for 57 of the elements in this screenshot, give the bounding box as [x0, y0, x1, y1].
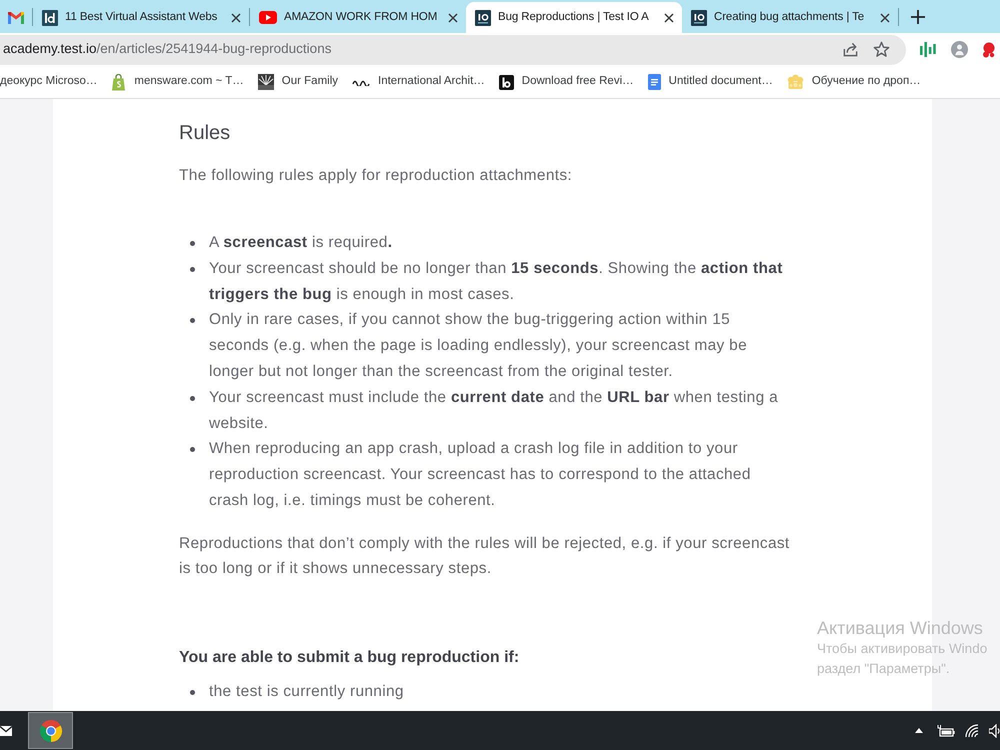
caret-up-icon[interactable]: [915, 728, 923, 733]
browser-icon: [38, 718, 62, 742]
wifi-icon[interactable]: [965, 724, 981, 738]
bookmark[interactable]: Обучение по дроп…: [786, 69, 921, 95]
address-bar[interactable]: academy.test.io/en/articles/2541944-bug-reproductions: [0, 34, 906, 64]
bullet-icon: [190, 690, 195, 695]
bookmark[interactable]: mensware.com ~ T…: [111, 69, 244, 95]
bookmark[interactable]: Our Family: [258, 69, 338, 95]
extension-icon[interactable]: [982, 42, 996, 58]
shopping-bag-icon: [111, 74, 126, 90]
list-item-text: Only in rare cases, if you cannot show the bug-triggering action within 15 seconds (e.g. when the page is loading endlessly), your screencast may be longer but not longer than the screencast from the original tester.: [209, 310, 748, 382]
bullet-icon: [190, 318, 195, 324]
list-item-text: the test is currently running: [209, 682, 405, 702]
browser-tab[interactable]: Creating bug attachments | Te: [682, 2, 898, 33]
square-logo-icon: [475, 10, 491, 26]
list-item-text: Your screencast should be no longer than 15 seconds. Showing the action that triggers the bug is enough in most cases.: [209, 258, 784, 305]
bullet-icon: [190, 447, 195, 452]
section-heading: You are able to submit a bug reproduction if:: [179, 648, 520, 668]
close-icon[interactable]: [231, 12, 241, 22]
document-icon: [648, 74, 661, 90]
avatar-icon[interactable]: [951, 41, 968, 58]
close-icon[interactable]: [880, 12, 890, 22]
activation-notice-title: Активация Windows: [817, 617, 984, 639]
list-item-text: When reproducing an app crash, upload a crash log file in addition to your reproduction screencast. Your screencast has to correspond to the attached crash log, i.e. timings must be coherent.: [209, 439, 752, 511]
bullet-icon: [190, 266, 195, 272]
browser-tab[interactable]: AMAZON WORK FROM HOM: [250, 2, 466, 33]
sunburst-icon: [258, 74, 274, 90]
square-logo-icon: [691, 10, 707, 26]
mail-icon: [8, 12, 24, 24]
plus-icon[interactable]: [911, 10, 925, 24]
close-icon[interactable]: [664, 12, 674, 22]
activation-notice-text: раздел "Параметры".: [817, 660, 951, 678]
browser-tab[interactable]: 11 Best Virtual Assistant Webs: [33, 2, 249, 33]
list-item-text: Your screencast must include the current date and the URL bar when testing a website.: [209, 388, 780, 434]
bookmark[interactable]: Download free Revi…: [498, 69, 634, 95]
speaker-icon[interactable]: [989, 724, 1000, 738]
bookmark[interactable]: деокурс Microso…: [0, 69, 98, 95]
star-icon[interactable]: [873, 41, 890, 58]
battery-icon[interactable]: [937, 724, 955, 736]
bookmark[interactable]: International Archit…: [352, 69, 485, 95]
square-logo-icon: [498, 74, 514, 90]
play-button-icon: [259, 11, 277, 24]
bullet-icon: [190, 241, 195, 246]
bullet-icon: [190, 396, 195, 401]
section-heading: Rules: [179, 121, 232, 146]
list-item-text: A screencast is required.: [209, 233, 394, 253]
square-logo-icon: [42, 10, 58, 26]
body-text: Reproductions that don’t comply with the rules will be rejected, e.g. if your screencast is too long or if it shows unnecessary steps.: [179, 534, 791, 579]
browser-tab[interactable]: Bug Reproductions | Test IO A: [466, 2, 682, 33]
bookmark[interactable]: Untitled document…: [648, 69, 773, 95]
bar-chart-icon[interactable]: [920, 42, 936, 57]
close-icon[interactable]: [448, 12, 458, 22]
wave-logo-icon: [352, 78, 370, 86]
intro-text: The following rules apply for reproduction attachments:: [179, 166, 574, 186]
share-icon[interactable]: [842, 41, 859, 58]
flower-icon: [786, 74, 804, 90]
activation-notice-text: Чтобы активировать Windo: [817, 640, 988, 658]
